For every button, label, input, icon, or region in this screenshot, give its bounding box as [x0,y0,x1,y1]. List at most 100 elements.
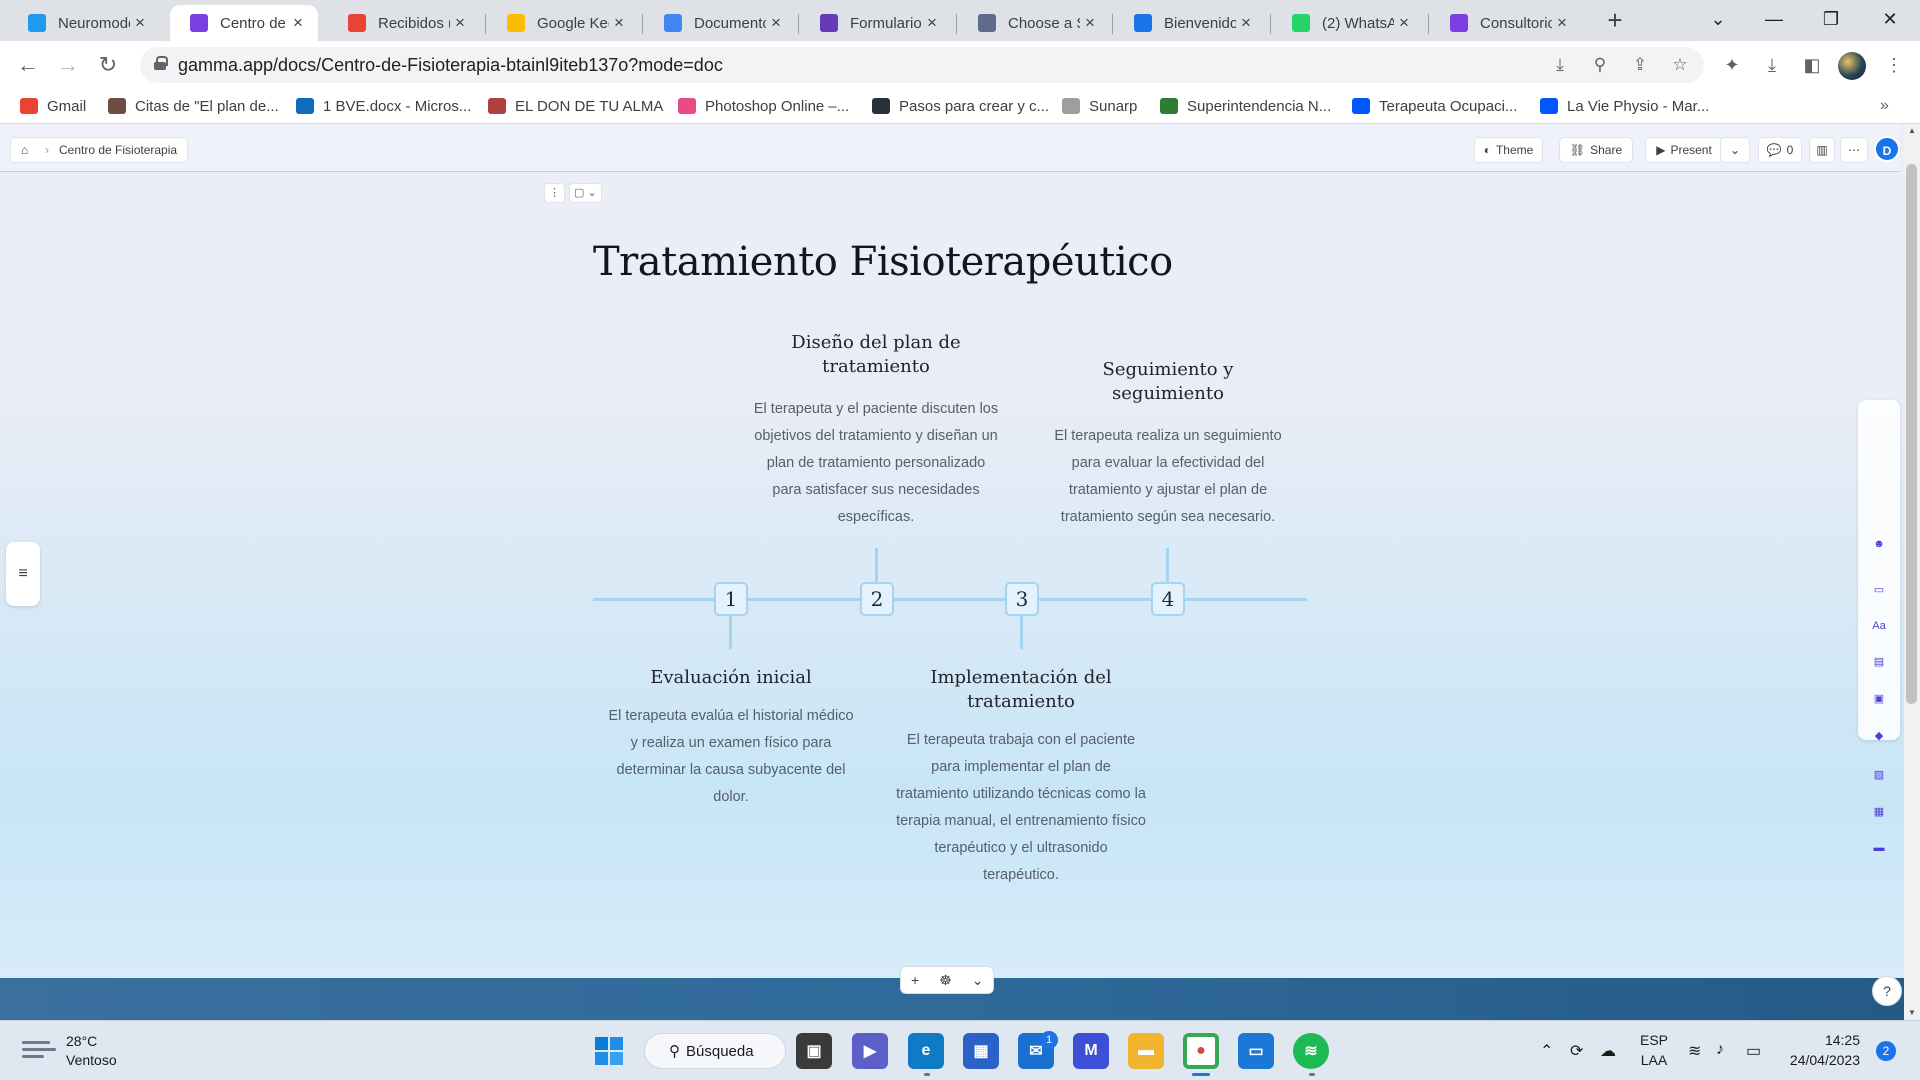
close-tab-icon[interactable]: × [288,13,308,33]
close-tab-icon[interactable]: × [1236,13,1256,33]
clock-time[interactable]: 14:25 [1780,1032,1860,1048]
taskbar-search[interactable]: ⚲ Búsqueda [644,1033,786,1069]
shapes-icon[interactable]: ◆ [1871,728,1887,744]
bookmark-item[interactable]: Pasos para crear y c... [872,89,1049,123]
step-3-title[interactable]: Implementación del tratamiento [906,666,1136,714]
scrollbar-thumb[interactable] [1906,164,1917,704]
restore-button[interactable]: ❐ [1803,0,1859,40]
step-4-description[interactable]: El terapeuta realiza un seguimiento para… [1043,423,1293,531]
chrome-icon[interactable]: ● [1183,1033,1219,1069]
start-icon[interactable] [591,1033,627,1069]
file-explorer-icon[interactable]: ▬ [1128,1033,1164,1069]
zoom-icon[interactable]: ⚲ [1586,51,1614,79]
onedrive-icon[interactable]: ☁ [1600,1041,1616,1061]
close-tab-icon[interactable]: × [922,13,942,33]
close-tab-icon[interactable]: × [130,13,150,33]
present-dropdown[interactable]: ⌄ [1720,137,1750,163]
browser-tab[interactable]: Bienvenido × [1114,5,1266,41]
remote-desktop-icon[interactable]: ▭ [1238,1033,1274,1069]
bookmark-item[interactable]: Photoshop Online –... [678,89,849,123]
bookmark-item[interactable]: Gmail [20,89,86,123]
close-tab-icon[interactable]: × [1552,13,1572,33]
outline-toggle-icon[interactable]: ≡ [6,542,40,606]
minimize-button[interactable]: — [1746,0,1802,40]
lock-icon[interactable] [154,56,168,70]
bookmark-item[interactable]: Citas de "El plan de... [108,89,279,123]
card-templates-icon[interactable]: ▭ [1871,582,1887,598]
bookmarks-overflow-icon[interactable]: » [1880,89,1889,123]
browser-tab[interactable]: Centro de F× [170,5,318,41]
wind-icon[interactable] [22,1039,56,1061]
language-secondary[interactable]: LAA [1636,1052,1672,1068]
app-icon[interactable]: M [1073,1033,1109,1069]
new-tab-button[interactable]: + [1600,6,1630,36]
tab-search-icon[interactable]: ⌄ [1690,0,1746,40]
install-app-icon[interactable]: ⤓ [1546,51,1574,79]
table-icon[interactable]: ▦ [1871,804,1887,820]
present-button[interactable]: ▶ Present [1645,137,1723,163]
close-tab-icon[interactable]: × [1080,13,1100,33]
browser-tab[interactable]: Consultorio × [1430,5,1582,41]
layout-icon[interactable]: ▣ [1871,691,1887,707]
task-view-icon[interactable]: ▣ [796,1033,832,1069]
close-tab-icon[interactable]: × [766,13,786,33]
home-icon[interactable]: ⌂ [21,143,35,157]
weather-condition[interactable]: Ventoso [66,1052,117,1068]
step-1-description[interactable]: El terapeuta evalúa el historial médico … [606,703,856,811]
forward-icon[interactable]: → [52,49,84,81]
browser-tab[interactable]: Google Kee × [487,5,639,41]
breadcrumb-doc-title[interactable]: Centro de Fisioterapia [59,143,177,157]
browser-tab[interactable]: Formularios × [800,5,952,41]
page-title[interactable]: Tratamiento Fisioterapéutico [593,239,1173,285]
address-bar[interactable]: gamma.app/docs/Centro-de-Fisioterapia-bt… [140,47,1704,83]
share-page-icon[interactable]: ⇪ [1626,51,1654,79]
chevron-down-icon[interactable]: ⌄ [962,972,994,989]
back-icon[interactable]: ← [12,49,44,81]
more-options-button[interactable]: ⋯ [1840,137,1868,163]
edge-icon[interactable]: e [908,1033,944,1069]
extensions-icon[interactable]: ✦ [1716,49,1748,81]
scroll-down-icon[interactable]: ▼ [1904,1006,1920,1020]
card-layout-button[interactable]: ▢ ⌄ [569,183,602,203]
bookmark-item[interactable]: Sunarp [1062,89,1137,123]
step-1-title[interactable]: Evaluación inicial [616,666,846,690]
bookmark-item[interactable]: EL DON DE TU ALMA [488,89,663,123]
scroll-up-icon[interactable]: ▲ [1904,124,1920,138]
browser-tab[interactable]: Neuromode × [8,5,160,41]
sync-icon[interactable]: ⟳ [1570,1041,1583,1061]
browser-tab[interactable]: Documento × [644,5,796,41]
downloads-icon[interactable]: ⤓ [1756,49,1788,81]
browser-tab[interactable]: Recibidos (× [328,5,480,41]
help-icon[interactable]: ? [1872,976,1902,1006]
battery-icon[interactable]: ▭ [1746,1041,1761,1061]
menu-kebab-icon[interactable]: ⋮ [1878,49,1910,81]
callout-icon[interactable]: ▤ [1871,654,1887,670]
user-avatar[interactable]: D [1874,136,1900,162]
reload-icon[interactable]: ↻ [92,49,124,81]
notification-badge[interactable]: 2 [1876,1041,1896,1061]
store-icon[interactable]: ▦ [963,1033,999,1069]
browser-tab[interactable]: Choose a St× [958,5,1110,41]
bookmark-item[interactable]: Terapeuta Ocupaci... [1352,89,1517,123]
language-primary[interactable]: ESP [1636,1032,1672,1048]
ai-generate-icon[interactable]: ☸ [929,972,962,989]
step-4-title[interactable]: Seguimiento y seguimiento [1053,358,1283,406]
profile-avatar[interactable] [1838,52,1866,80]
side-panel-icon[interactable]: ◧ [1796,49,1828,81]
embed-icon[interactable]: ▬ [1871,840,1887,856]
url-text[interactable]: gamma.app/docs/Centro-de-Fisioterapia-bt… [178,47,723,83]
share-button[interactable]: ⛓ Share [1559,137,1633,163]
close-window-button[interactable]: ✕ [1862,0,1918,40]
close-tab-icon[interactable]: × [1394,13,1414,33]
bookmark-star-icon[interactable]: ☆ [1666,51,1694,79]
wifi-icon[interactable]: ≋ [1688,1041,1701,1061]
bookmark-item[interactable]: 1 BVE.docx - Micros... [296,89,471,123]
ai-assistant-icon[interactable]: ☻ [1871,536,1887,552]
drag-handle-icon[interactable]: ⋮ [544,183,565,203]
volume-icon[interactable]: ♪ [1716,1041,1724,1059]
add-card-icon[interactable]: + [901,972,929,988]
clock-date[interactable]: 24/04/2023 [1772,1052,1860,1068]
bookmark-item[interactable]: La Vie Physio - Mar... [1540,89,1709,123]
close-tab-icon[interactable]: × [450,13,470,33]
step-2-title[interactable]: Diseño del plan de tratamiento [761,331,991,379]
